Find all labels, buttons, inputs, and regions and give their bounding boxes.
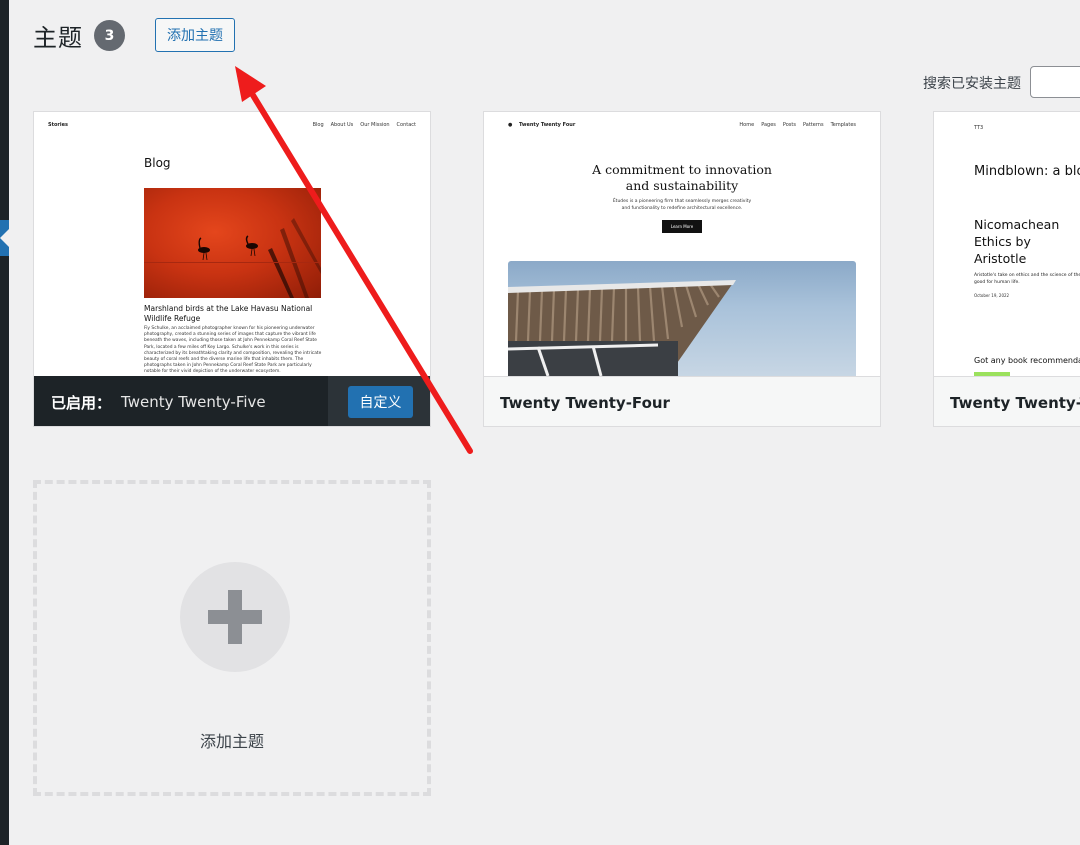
preview-nav: Blog About Us Our Mission Contact bbox=[313, 122, 416, 128]
theme-screenshot[interactable]: Stories Blog About Us Our Mission Contac… bbox=[34, 112, 430, 376]
page-title: 主题 bbox=[33, 24, 83, 52]
preview-post-body: Fiy Schulke, an acclaimed photographer k… bbox=[144, 326, 322, 375]
active-label: 已启用： bbox=[51, 393, 112, 412]
preview-hero-heading-line: and sustainability bbox=[625, 178, 739, 193]
preview-post-excerpt: Aristotle's take on ethics and the scien… bbox=[974, 273, 1080, 285]
preview-nav-item: Templates bbox=[830, 122, 856, 128]
theme-name: Twenty Twenty-Five bbox=[121, 393, 266, 411]
admin-sidebar-edge bbox=[0, 0, 9, 845]
preview-nav: Home Pages Posts Patterns Templates bbox=[739, 122, 856, 128]
theme-card-twenty-twenty-four[interactable]: ● Twenty Twenty Four Home Pages Posts Pa… bbox=[483, 111, 881, 427]
sidebar-current-arrow bbox=[0, 229, 9, 247]
preview-birds-image bbox=[144, 188, 321, 298]
preview-hero-heading-line: A commitment to innovation bbox=[592, 162, 772, 177]
preview-post-date: October 19, 2022 bbox=[974, 293, 1010, 298]
search-label: 搜索已安装主题 bbox=[923, 76, 1021, 92]
preview-blog-title: Mindblown: a blo bbox=[974, 164, 1080, 179]
plus-icon bbox=[180, 562, 290, 672]
theme-screenshot[interactable]: TT3 Mindblown: a blo Nicomachean Ethics … bbox=[934, 112, 1080, 376]
add-new-theme-tile[interactable]: 添加主题 bbox=[33, 480, 431, 796]
preview-hero-heading: A commitment to innovation and sustainab… bbox=[484, 162, 880, 194]
preview-nav-item: Contact bbox=[396, 122, 416, 128]
preview-hero-subtext-line: Études is a pioneering firm that seamles… bbox=[612, 199, 752, 204]
search-installed-themes-input[interactable] bbox=[1030, 66, 1080, 98]
theme-name-bar: Twenty Twenty-Four bbox=[484, 376, 880, 426]
preview-hero-subtext: Études is a pioneering firm that seamles… bbox=[484, 198, 880, 212]
add-new-theme-label: 添加主题 bbox=[199, 732, 264, 751]
theme-name-bar: Twenty Twenty-Th bbox=[934, 376, 1080, 426]
preview-architecture-photo bbox=[508, 261, 856, 376]
preview-site-title: Stories bbox=[48, 122, 68, 128]
theme-card-twenty-twenty-three[interactable]: TT3 Mindblown: a blo Nicomachean Ethics … bbox=[933, 111, 1080, 427]
preview-nav-item: Blog bbox=[312, 122, 324, 128]
preview-post-title-line: Nicomachean bbox=[974, 217, 1060, 232]
theme-name: Twenty Twenty-Four bbox=[500, 393, 670, 412]
preview-learn-more-button: Learn More bbox=[662, 220, 702, 233]
preview-nav-item: Patterns bbox=[802, 122, 824, 128]
theme-count-badge: 3 bbox=[94, 20, 125, 51]
preview-nav-item: Posts bbox=[782, 122, 796, 128]
preview-page-heading: Blog bbox=[144, 156, 171, 170]
preview-post-title: Nicomachean Ethics by Aristotle bbox=[974, 216, 1059, 267]
preview-post-title-line: Aristotle bbox=[974, 251, 1027, 266]
theme-screenshot[interactable]: ● Twenty Twenty Four Home Pages Posts Pa… bbox=[484, 112, 880, 376]
preview-post-title: Marshland birds at the Lake Havasu Natio… bbox=[144, 304, 313, 323]
preview-footer-text: Got any book recommenda bbox=[974, 356, 1080, 365]
preview-logo: TT3 bbox=[974, 125, 984, 131]
theme-card-twenty-twenty-five[interactable]: Stories Blog About Us Our Mission Contac… bbox=[33, 111, 431, 427]
customize-button[interactable]: 自定义 bbox=[348, 386, 413, 418]
preview-nav-item: About Us bbox=[330, 122, 354, 128]
add-theme-button[interactable]: 添加主题 bbox=[155, 18, 235, 52]
preview-nav-item: Our Mission bbox=[360, 122, 390, 128]
preview-nav-item: Home bbox=[739, 122, 755, 128]
active-bar-actions: 自定义 bbox=[328, 376, 430, 426]
preview-site-title: Twenty Twenty Four bbox=[519, 122, 576, 128]
preview-post-title-line: Ethics by bbox=[974, 234, 1031, 249]
active-theme-bar: 已启用： Twenty Twenty-Five 自定义 bbox=[34, 376, 430, 426]
preview-nav-item: Pages bbox=[761, 122, 776, 128]
preview-hero-subtext-line: and functionality to redefine architectu… bbox=[621, 206, 743, 211]
preview-logo-dot-icon: ● bbox=[508, 122, 513, 128]
theme-name: Twenty Twenty-Th bbox=[950, 393, 1080, 412]
